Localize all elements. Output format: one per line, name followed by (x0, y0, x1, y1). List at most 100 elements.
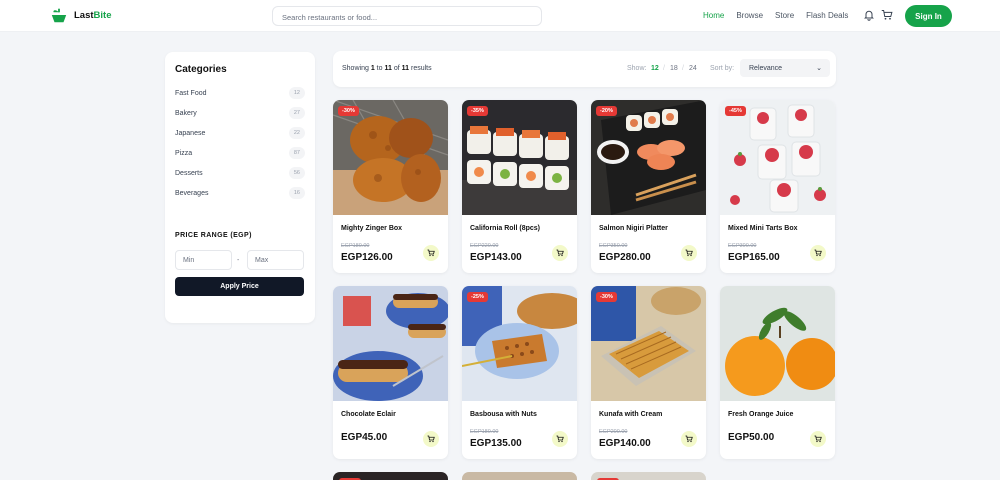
discount-badge: -20% (596, 106, 617, 116)
category-count: 22 (288, 127, 305, 139)
old-price: EGP180.00 (341, 243, 370, 249)
add-to-cart-button[interactable] (681, 245, 697, 261)
category-item[interactable]: Desserts 56 (175, 166, 305, 180)
nav-store[interactable]: Store (775, 11, 794, 20)
cart-icon (427, 435, 435, 443)
product-image-basbousa (462, 286, 577, 401)
show-option-12[interactable]: 12 (651, 65, 659, 72)
add-to-cart-button[interactable] (681, 431, 697, 447)
product-card[interactable]: -30% Kunafa with Cream EGP200.00 EGP140.… (591, 286, 706, 459)
product-image-california-roll (462, 100, 577, 215)
product-image-kunafa (591, 286, 706, 401)
product-card-partial[interactable] (333, 472, 448, 480)
sign-in-button[interactable]: Sign In (905, 5, 952, 27)
category-label: Desserts (175, 169, 203, 177)
product-card[interactable]: Chocolate Eclair EGP45.00 (333, 286, 448, 459)
product-name[interactable]: Mighty Zinger Box (341, 225, 402, 232)
product-card[interactable]: Fresh Orange Juice EGP50.00 (720, 286, 835, 459)
nav-browse[interactable]: Browse (736, 11, 763, 20)
category-count: 56 (288, 167, 305, 179)
cart-icon (685, 435, 693, 443)
category-label: Bakery (175, 109, 197, 117)
product-image-fried-chicken (333, 100, 448, 215)
product-name[interactable]: Salmon Nigiri Platter (599, 225, 668, 232)
category-count: 87 (288, 147, 305, 159)
discount-badge: -35% (467, 106, 488, 116)
cart-icon[interactable] (881, 9, 893, 21)
category-count: 16 (288, 187, 305, 199)
product-card-partial[interactable] (591, 472, 706, 480)
cart-icon (685, 249, 693, 257)
cart-icon (814, 435, 822, 443)
apply-price-button[interactable]: Apply Price (175, 277, 304, 296)
cart-icon (427, 249, 435, 257)
nav-flash-deals[interactable]: Flash Deals (806, 11, 848, 20)
chevron-down-icon: ⌄ (816, 65, 822, 72)
min-price-field[interactable]: Min (175, 250, 232, 270)
discount-badge: -30% (596, 292, 617, 302)
brand-name: LastBite (74, 9, 112, 21)
add-to-cart-button[interactable] (423, 431, 439, 447)
product-card[interactable]: -35% California Roll (8pcs) EGP220.00 EG… (462, 100, 577, 273)
add-to-cart-button[interactable] (810, 431, 826, 447)
show-option-18[interactable]: 18 (670, 65, 678, 72)
old-price: EGP350.00 (599, 243, 628, 249)
search-box[interactable] (272, 6, 542, 27)
price-range-title: PRICE RANGE (EGP) (175, 232, 252, 239)
product-name[interactable]: Basbousa with Nuts (470, 411, 537, 418)
category-label: Fast Food (175, 89, 207, 97)
product-card-partial[interactable] (462, 472, 577, 480)
product-name[interactable]: Fresh Orange Juice (728, 411, 793, 418)
product-name[interactable]: Kunafa with Cream (599, 411, 662, 418)
category-label: Beverages (175, 189, 209, 197)
search-input[interactable] (273, 8, 541, 27)
brand-logo[interactable]: LastBite (50, 6, 112, 24)
show-label: Show: (627, 65, 647, 72)
cart-icon (814, 249, 822, 257)
sort-label: Sort by: (710, 65, 735, 72)
divider: / (663, 65, 665, 72)
product-price: EGP143.00 (470, 252, 522, 263)
add-to-cart-button[interactable] (423, 245, 439, 261)
divider: / (682, 65, 684, 72)
add-to-cart-button[interactable] (552, 431, 568, 447)
category-item[interactable]: Pizza 87 (175, 146, 305, 160)
product-name[interactable]: Mixed Mini Tarts Box (728, 225, 798, 232)
product-price: EGP280.00 (599, 252, 651, 263)
product-card[interactable]: -20% Salmon Nigiri Platter EGP350.00 EGP… (591, 100, 706, 273)
category-item[interactable]: Fast Food 12 (175, 86, 305, 100)
category-item[interactable]: Bakery 27 (175, 106, 305, 120)
cart-icon (556, 435, 564, 443)
product-image-chocolate-eclair (333, 286, 448, 401)
sort-select[interactable]: Relevance ⌄ (740, 59, 830, 77)
bell-icon[interactable] (863, 9, 875, 21)
product-price: EGP50.00 (728, 432, 775, 443)
add-to-cart-button[interactable] (810, 245, 826, 261)
old-price: EGP220.00 (470, 243, 499, 249)
product-card[interactable]: -25% Basbousa with Nuts EGP180.00 EGP135… (462, 286, 577, 459)
range-dash: - (237, 257, 240, 264)
max-price-field[interactable]: Max (247, 250, 304, 270)
old-price: EGP300.00 (728, 243, 757, 249)
old-price: EGP200.00 (599, 429, 628, 435)
discount-badge: -30% (338, 106, 359, 116)
sort-value: Relevance (749, 65, 783, 72)
show-option-24[interactable]: 24 (689, 65, 697, 72)
product-price: EGP135.00 (470, 438, 522, 449)
product-name[interactable]: California Roll (8pcs) (470, 225, 540, 232)
product-price: EGP126.00 (341, 252, 393, 263)
category-item[interactable]: Beverages 16 (175, 186, 305, 200)
discount-badge: -45% (725, 106, 746, 116)
category-item[interactable]: Japanese 22 (175, 126, 305, 140)
product-card[interactable]: -45% Mixed Mini Tarts Box EGP300.00 EGP1… (720, 100, 835, 273)
product-name[interactable]: Chocolate Eclair (341, 411, 396, 418)
nav-home[interactable]: Home (703, 11, 724, 20)
old-price: EGP180.00 (470, 429, 499, 435)
cart-icon (556, 249, 564, 257)
top-header: LastBite Home Browse Store Flash Deals S… (0, 0, 1000, 32)
category-label: Pizza (175, 149, 193, 157)
product-price: EGP45.00 (341, 432, 388, 443)
product-card[interactable]: -30% Mighty Zinger Box EGP180.00 EGP126.… (333, 100, 448, 273)
add-to-cart-button[interactable] (552, 245, 568, 261)
product-image-orange-juice (720, 286, 835, 401)
